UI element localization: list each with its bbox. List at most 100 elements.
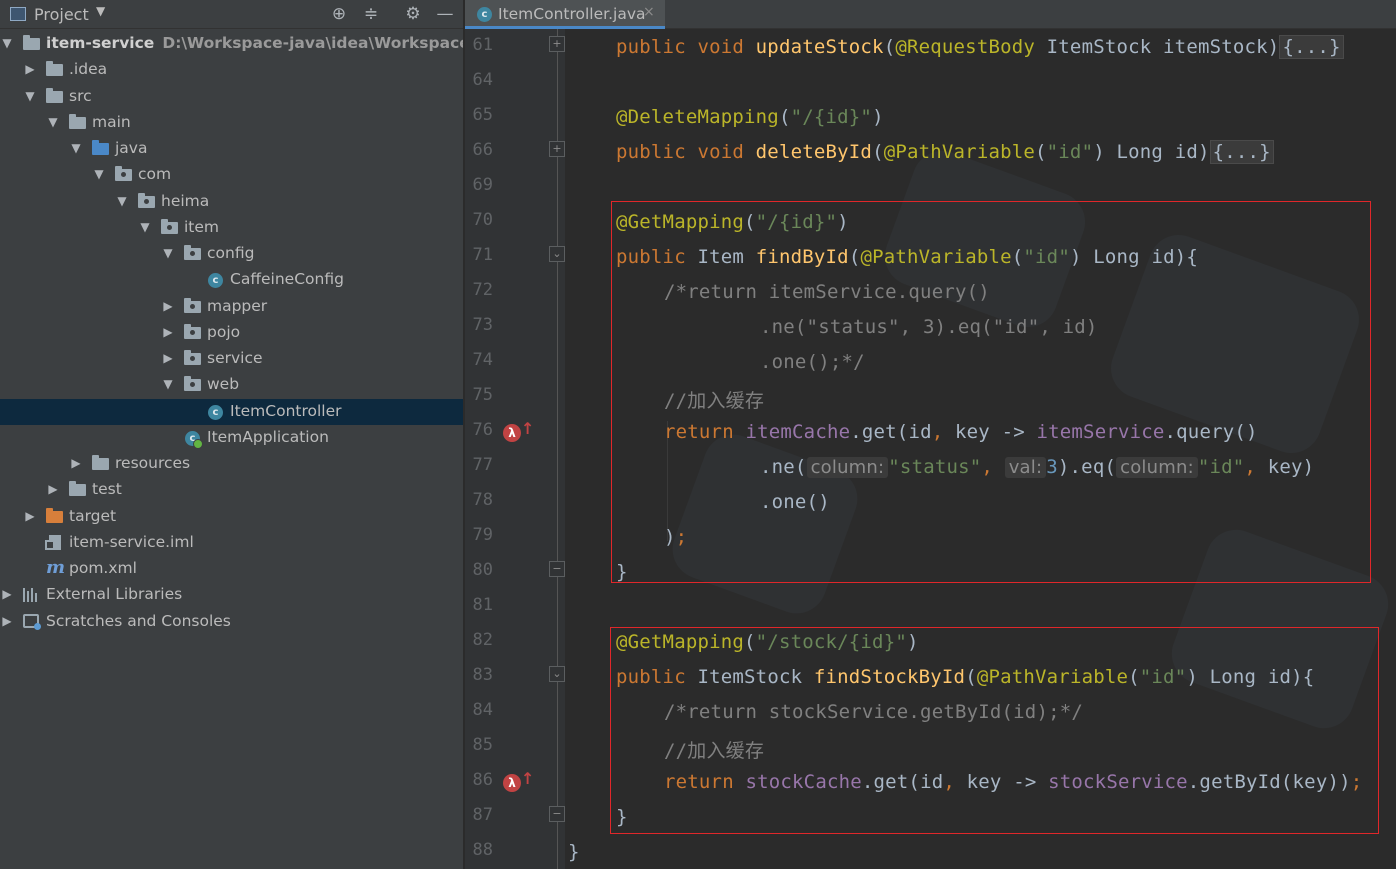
expand-arrow-icon[interactable]: ▼: [23, 89, 37, 103]
line-number: 87: [472, 805, 493, 825]
folded-code-placeholder[interactable]: {...}: [1279, 35, 1344, 59]
tree-item-main[interactable]: ▼ main: [0, 110, 463, 136]
punct: (: [872, 141, 884, 163]
expand-arrow-icon[interactable]: ▼: [69, 141, 83, 155]
expand-arrow-icon[interactable]: ▼: [46, 115, 60, 129]
collapse-all-icon[interactable]: ≑: [360, 4, 382, 24]
method-name: updateStock: [755, 36, 884, 58]
expand-arrow-icon[interactable]: ▼: [0, 36, 14, 50]
code-line-66[interactable]: public void deleteById(@PathVariable("id…: [616, 140, 1274, 164]
highlight-box-findbyid: [611, 201, 1371, 583]
expand-arrow-icon[interactable]: ▶: [46, 482, 60, 496]
line-number: 77: [472, 455, 493, 475]
expand-arrow-icon[interactable]: ▶: [0, 614, 14, 628]
package-icon: [184, 245, 202, 261]
tree-item-label: src: [69, 86, 92, 105]
tree-item-label: heima: [161, 191, 210, 210]
package-icon: [184, 323, 202, 340]
annotation: @RequestBody: [895, 36, 1036, 58]
locate-icon[interactable]: ⊕: [328, 4, 350, 24]
expand-arrow-icon[interactable]: ▼: [161, 246, 175, 260]
tree-item-web[interactable]: ▼ web: [0, 372, 463, 398]
tree-item-label: main: [92, 112, 131, 131]
lambda-icon[interactable]: λ ↑: [503, 769, 534, 795]
tree-item-config[interactable]: ▼ config: [0, 241, 463, 267]
folder-icon: [69, 481, 87, 497]
tree-item-mapper[interactable]: ▶ mapper: [0, 294, 463, 320]
tree-item-item-service-iml[interactable]: item-service.iml: [0, 530, 463, 556]
tree-item-java[interactable]: ▼ java: [0, 136, 463, 162]
collapse-fold-icon[interactable]: ⌄: [549, 666, 565, 682]
tree-item-caffeineconfig[interactable]: c CaffeineConfig: [0, 267, 463, 293]
method-name: deleteById: [755, 141, 873, 163]
tree-item-itemapplication[interactable]: c ItemApplication: [0, 425, 463, 451]
tree-item-external-libraries[interactable]: ▶ External Libraries: [0, 582, 463, 608]
expand-arrow-icon[interactable]: ▼: [115, 194, 129, 208]
tree-item-itemcontroller[interactable]: c ItemController: [0, 398, 463, 425]
expand-arrow-icon[interactable]: ▼: [92, 167, 106, 181]
expand-fold-icon[interactable]: +: [549, 36, 565, 52]
expand-arrow-icon[interactable]: ▼: [138, 220, 152, 234]
gear-icon[interactable]: ⚙: [402, 4, 424, 24]
line-number: 85: [472, 735, 493, 755]
line-number: 69: [472, 175, 493, 195]
tree-item-label: item: [184, 217, 220, 236]
line-number: 82: [472, 630, 493, 650]
code-text: }: [568, 841, 580, 863]
code-line-65[interactable]: @DeleteMapping("/{id}"): [616, 106, 884, 128]
line-number: 73: [472, 315, 493, 335]
line-number: 80: [472, 560, 493, 580]
tree-item-label: com: [138, 165, 172, 184]
tree-item-label: resources: [115, 454, 191, 472]
line-number: 74: [472, 350, 493, 370]
tree-item-resources[interactable]: ▶ resources: [0, 451, 463, 477]
maven-icon: m: [46, 557, 66, 578]
annotation: @PathVariable: [883, 141, 1036, 163]
line-number: 86: [472, 770, 493, 790]
tree-item-item-service[interactable]: ▼ item-service D:\Workspace-java\idea\Work…: [0, 31, 463, 57]
expand-arrow-icon[interactable]: ▶: [0, 587, 14, 601]
folder-icon: [46, 61, 64, 77]
tree-item-test[interactable]: ▶ test: [0, 477, 463, 503]
spring-app-class-icon: c: [184, 430, 203, 449]
package-icon: [184, 350, 202, 366]
collapse-fold-icon[interactable]: ⌄: [549, 246, 565, 262]
close-icon[interactable]: ×: [643, 4, 655, 20]
tree-item-src[interactable]: ▼ src: [0, 84, 463, 110]
lambda-icon[interactable]: λ ↑: [503, 419, 534, 445]
hide-icon[interactable]: —: [434, 4, 456, 24]
expand-arrow-icon[interactable]: ▶: [161, 325, 175, 339]
collapse-fold-icon[interactable]: −: [549, 561, 565, 577]
code-line-61[interactable]: public void updateStock(@RequestBody Ite…: [616, 35, 1344, 59]
line-number: 88: [472, 840, 493, 860]
line-number: 61: [472, 35, 493, 55]
expand-arrow-icon[interactable]: ▶: [23, 509, 37, 523]
chevron-down-icon[interactable]: ▼: [96, 4, 105, 18]
tree-item-label: .idea: [69, 60, 108, 79]
expand-arrow-icon[interactable]: ▶: [69, 456, 83, 470]
tree-item-target[interactable]: ▶ target: [0, 504, 463, 530]
tree-item-com[interactable]: ▼ com: [0, 162, 463, 188]
tree-item-label: item-service.iml: [69, 532, 194, 551]
keyword: public void: [616, 36, 756, 58]
expand-arrow-icon[interactable]: ▶: [23, 62, 37, 76]
tree-item-label: target: [69, 506, 117, 525]
tree-item-service[interactable]: ▶ service: [0, 346, 463, 372]
tree-item-idea[interactable]: ▶ .idea: [0, 57, 463, 83]
expand-fold-icon[interactable]: +: [549, 141, 565, 157]
tree-item-scratches[interactable]: ▶ Scratches and Consoles: [0, 609, 463, 635]
expand-arrow-icon[interactable]: ▶: [161, 299, 175, 313]
expand-arrow-icon[interactable]: ▼: [161, 377, 175, 391]
project-title[interactable]: Project: [34, 5, 89, 24]
folded-code-placeholder[interactable]: {...}: [1209, 140, 1274, 164]
collapse-fold-icon[interactable]: −: [549, 806, 565, 822]
tree-item-heima[interactable]: ▼ heima: [0, 189, 463, 215]
line-number: 83: [472, 665, 493, 685]
tree-item-label: External Libraries: [46, 585, 183, 604]
expand-arrow-icon[interactable]: ▶: [161, 351, 175, 365]
tree-item-pom-xml[interactable]: m pom.xml: [0, 556, 463, 582]
tree-item-pojo[interactable]: ▶ pojo: [0, 320, 463, 346]
tree-item-item[interactable]: ▼ item: [0, 215, 463, 241]
tab-itemcontroller[interactable]: c ItemController.java ×: [465, 0, 665, 29]
code-line-88[interactable]: }: [568, 841, 580, 863]
